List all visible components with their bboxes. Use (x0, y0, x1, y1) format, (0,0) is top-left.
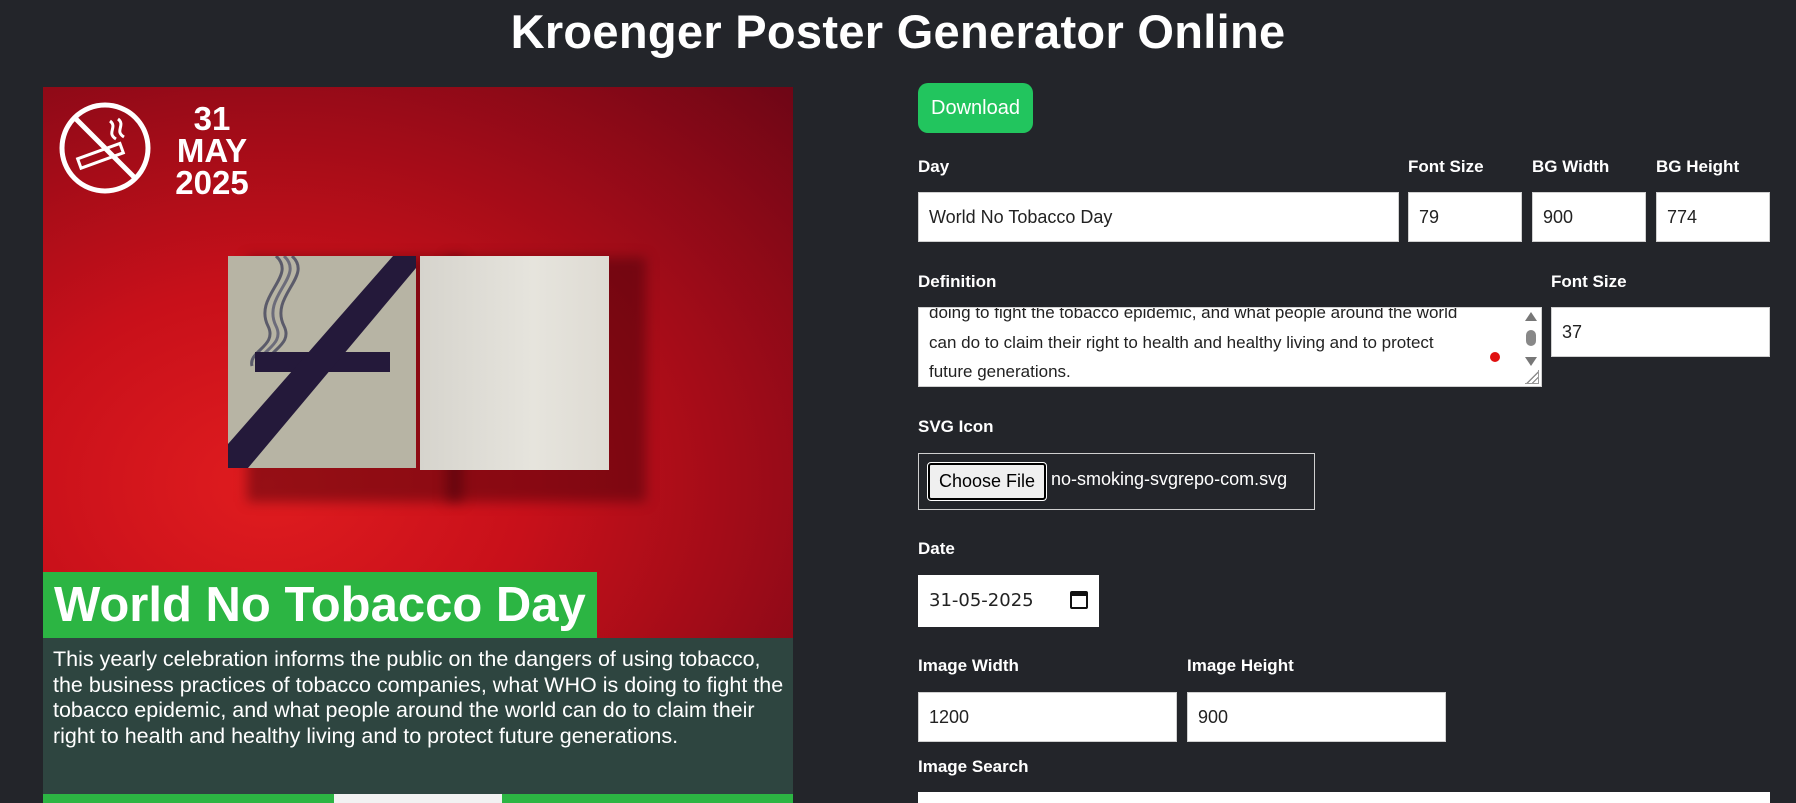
date-label: Date (918, 539, 955, 558)
image-width-input[interactable]: 1200 (918, 692, 1177, 742)
definition-font-size-label: Font Size (1551, 272, 1627, 291)
date-input[interactable]: 31-05-2025 (918, 575, 1099, 627)
poster-footer-bar (43, 794, 793, 803)
day-input[interactable]: World No Tobacco Day (918, 192, 1399, 242)
poster-date: 31 MAY 2025 (157, 100, 267, 201)
bg-height-input[interactable]: 774 (1656, 192, 1770, 242)
image-height-input[interactable]: 900 (1187, 692, 1446, 742)
page-title: Kroenger Poster Generator Online (510, 5, 1286, 58)
bg-height-label: BG Height (1656, 157, 1740, 176)
image-search-input[interactable] (918, 792, 1770, 803)
poster-background-photo (43, 87, 793, 639)
bg-width-input[interactable]: 900 (1532, 192, 1646, 242)
poster-date-year: 2025 (175, 164, 249, 201)
definition-scrollbar[interactable] (1524, 312, 1538, 366)
day-label: Day (918, 157, 950, 176)
resize-grip-icon[interactable] (1525, 370, 1539, 384)
poster-date-day: 31 (193, 100, 231, 137)
image-search-label: Image Search (918, 757, 1029, 776)
download-button[interactable]: Download (918, 83, 1033, 133)
selected-file-name: no-smoking-svgrepo-com.svg (1051, 469, 1288, 489)
poster-day-title: World No Tobacco Day (43, 572, 597, 638)
choose-file-button[interactable]: Choose File (927, 462, 1047, 501)
svg-icon-file-input[interactable]: Choose File no-smoking-svgrepo-com.svg (918, 453, 1315, 510)
definition-label: Definition (918, 272, 997, 291)
definition-font-size-input[interactable]: 37 (1551, 307, 1770, 357)
day-font-size-input[interactable]: 79 (1408, 192, 1522, 242)
scroll-thumb[interactable] (1526, 330, 1536, 346)
scroll-down-icon[interactable] (1525, 357, 1537, 366)
no-smoking-icon (58, 101, 152, 195)
definition-textarea[interactable]: doing to fight the tobacco epidemic, and… (918, 307, 1542, 387)
bg-width-label: BG Width (1532, 157, 1610, 176)
blank-panel (420, 256, 609, 470)
calendar-icon[interactable] (1070, 591, 1088, 609)
definition-text: doing to fight the tobacco epidemic, and… (929, 307, 1458, 381)
poster-definition: This yearly celebration informs the publ… (43, 638, 793, 795)
date-value: 31-05-2025 (929, 590, 1034, 611)
no-smoking-sign-panel (228, 256, 416, 468)
poster-preview: 31 MAY 2025 World No Tobacco Day This ye… (43, 87, 793, 803)
image-width-label: Image Width (918, 656, 1019, 675)
recording-dot-icon (1490, 352, 1500, 362)
day-font-size-label: Font Size (1408, 157, 1484, 176)
svg-icon-label: SVG Icon (918, 417, 994, 436)
poster-date-month: MAY (176, 132, 248, 169)
scroll-up-icon[interactable] (1525, 312, 1537, 321)
image-height-label: Image Height (1187, 656, 1294, 675)
